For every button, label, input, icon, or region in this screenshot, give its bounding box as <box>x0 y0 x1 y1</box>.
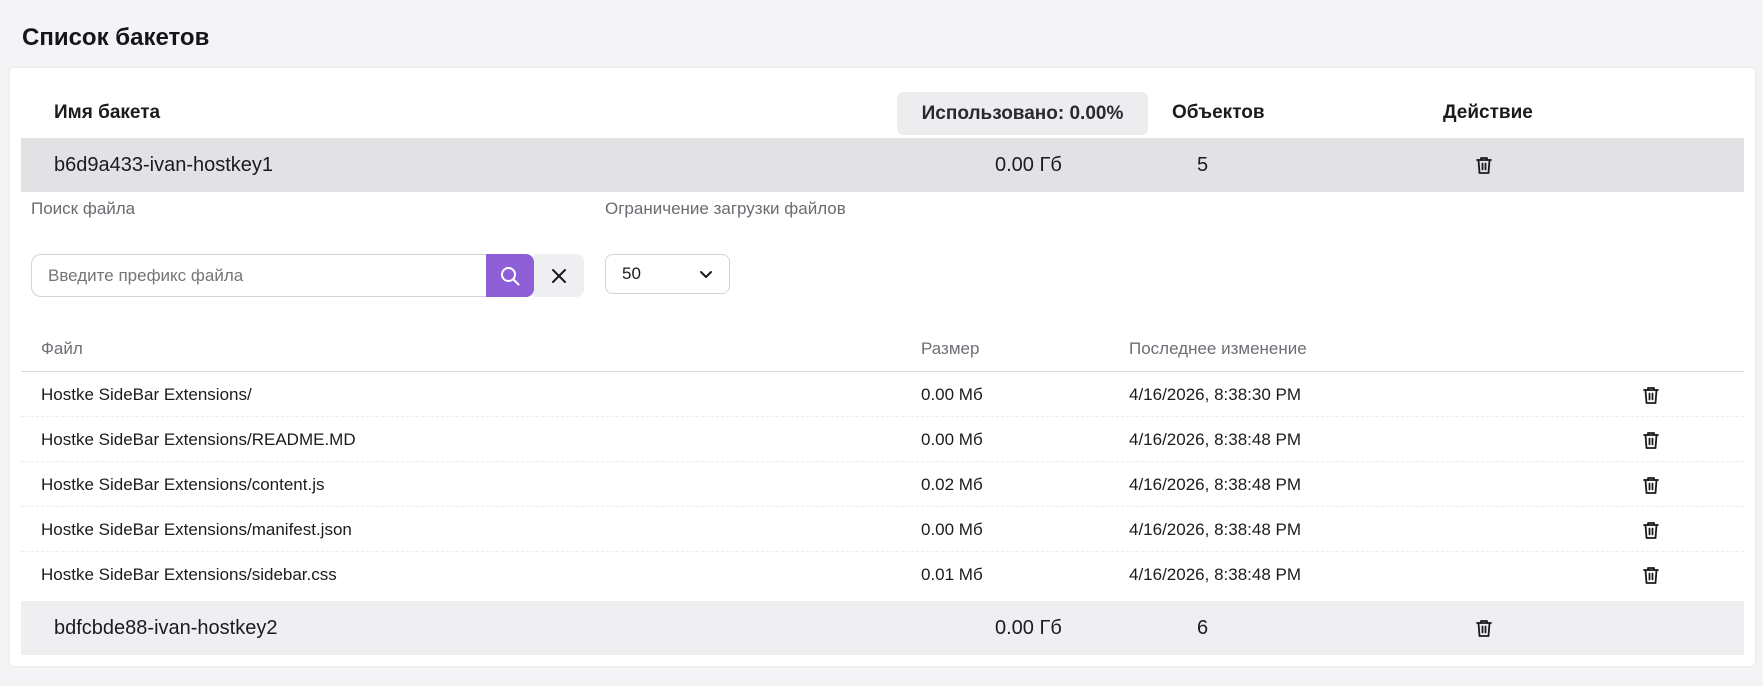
file-row[interactable]: Hostke SideBar Extensions/README.MD 0.00… <box>21 417 1744 462</box>
bucket-name[interactable]: b6d9a433-ivan-hostkey1 <box>54 138 273 192</box>
delete-file-button[interactable] <box>1640 519 1662 541</box>
file-modified: 4/16/2026, 8:38:48 PM <box>1129 564 1302 584</box>
bucket-row[interactable]: b6d9a433-ivan-hostkey1 0.00 Гб 5 <box>21 138 1744 192</box>
clear-search-button[interactable] <box>534 254 584 297</box>
trash-icon <box>1643 386 1659 404</box>
usage-badge: Использовано: 0.00% <box>897 92 1148 135</box>
column-size: Размер <box>921 339 980 358</box>
file-search-input[interactable] <box>31 254 487 297</box>
file-modified: 4/16/2026, 8:38:48 PM <box>1129 429 1302 449</box>
trash-icon <box>1476 157 1492 174</box>
close-icon <box>552 268 566 283</box>
file-row[interactable]: Hostke SideBar Extensions/ 0.00 Мб 4/16/… <box>21 372 1744 417</box>
limit-label: Ограничение загрузки файлов <box>605 199 846 218</box>
limit-select[interactable]: 50 <box>605 254 730 294</box>
column-bucket-name: Имя бакета <box>54 102 161 123</box>
trash-icon <box>1476 620 1492 637</box>
column-action: Действие <box>1443 102 1533 123</box>
bucket-name[interactable]: bdfcbde88-ivan-hostkey2 <box>54 601 277 655</box>
file-name[interactable]: Hostke SideBar Extensions/README.MD <box>41 417 356 462</box>
file-row[interactable]: Hostke SideBar Extensions/content.js 0.0… <box>21 462 1744 507</box>
bucket-list-panel: Имя бакета Объектов Действие Использован… <box>10 68 1755 666</box>
page-title: Список бакетов <box>22 24 210 51</box>
column-objects: Объектов <box>1172 102 1265 123</box>
limit-value: 50 <box>622 264 641 283</box>
file-modified: 4/16/2026, 8:38:30 PM <box>1129 384 1302 404</box>
column-file: Файл <box>41 339 83 358</box>
delete-bucket-button[interactable] <box>1473 154 1495 176</box>
file-name[interactable]: Hostke SideBar Extensions/manifest.json <box>41 507 352 552</box>
bucket-size: 0.00 Гб <box>995 616 1062 639</box>
trash-icon <box>1643 476 1659 494</box>
search-label: Поиск файла <box>31 199 136 218</box>
search-icon <box>501 266 520 285</box>
file-size: 0.00 Мб <box>921 384 983 404</box>
delete-file-button[interactable] <box>1640 564 1662 586</box>
file-size: 0.00 Мб <box>921 429 983 449</box>
file-row[interactable]: Hostke SideBar Extensions/manifest.json … <box>21 507 1744 552</box>
chevron-down-icon <box>700 271 712 278</box>
delete-file-button[interactable] <box>1640 474 1662 496</box>
file-table-header: Файл Размер Последнее изменение <box>21 326 1744 372</box>
delete-file-button[interactable] <box>1640 429 1662 451</box>
file-table: Файл Размер Последнее изменение Hostke S… <box>21 326 1744 597</box>
file-size: 0.01 Мб <box>921 564 983 584</box>
file-name[interactable]: Hostke SideBar Extensions/sidebar.css <box>41 552 337 597</box>
file-modified: 4/16/2026, 8:38:48 PM <box>1129 474 1302 494</box>
trash-icon <box>1643 431 1659 449</box>
trash-icon <box>1643 566 1659 584</box>
column-modified: Последнее изменение <box>1129 339 1307 358</box>
bucket-table-header: Имя бакета Объектов Действие <box>21 88 1744 138</box>
trash-icon <box>1643 521 1659 539</box>
file-name[interactable]: Hostke SideBar Extensions/ <box>41 372 252 417</box>
file-modified: 4/16/2026, 8:38:48 PM <box>1129 519 1302 539</box>
bucket-objects: 5 <box>1197 153 1209 176</box>
search-button[interactable] <box>486 254 534 297</box>
bucket-size: 0.00 Гб <box>995 153 1062 176</box>
file-size: 0.00 Мб <box>921 519 983 539</box>
bucket-row[interactable]: bdfcbde88-ivan-hostkey2 0.00 Гб 6 <box>21 601 1744 655</box>
file-name[interactable]: Hostke SideBar Extensions/content.js <box>41 462 324 507</box>
file-row[interactable]: Hostke SideBar Extensions/sidebar.css 0.… <box>21 552 1744 597</box>
bucket-objects: 6 <box>1197 616 1209 639</box>
file-size: 0.02 Мб <box>921 474 983 494</box>
delete-bucket-button[interactable] <box>1473 617 1495 639</box>
delete-file-button[interactable] <box>1640 384 1662 406</box>
